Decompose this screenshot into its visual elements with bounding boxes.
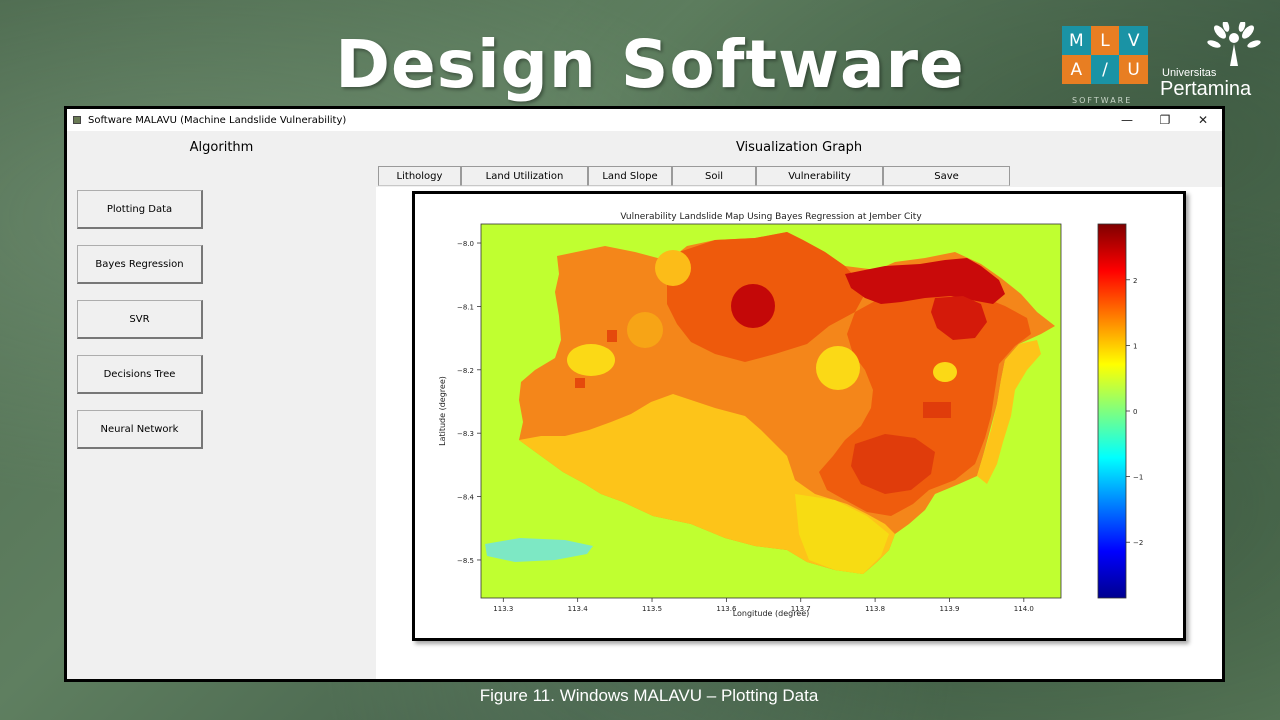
x-tick-label: 113.5 [642, 605, 662, 613]
close-icon[interactable]: ✕ [1184, 109, 1222, 131]
x-tick-label: 113.4 [568, 605, 589, 613]
plotting-data-button[interactable]: Plotting Data [77, 190, 203, 229]
y-tick-label: −8.0 [457, 240, 474, 248]
figure-frame: Vulnerability Landslide Map Using Bayes … [412, 191, 1186, 641]
x-axis-label: Longitude (degree) [733, 609, 810, 618]
vulnerability-map-chart: Vulnerability Landslide Map Using Bayes … [438, 212, 1143, 618]
tab-land-utilization[interactable]: Land Utilization [461, 166, 588, 186]
tab-soil[interactable]: Soil [672, 166, 756, 186]
colorbar [1097, 223, 1127, 599]
map-hotspot-small-2 [575, 378, 585, 388]
map-hotspot-yellow [816, 346, 860, 390]
y-axis-ticks: −8.0 −8.1 −8.2 −8.3 −8.4 −8.5 [457, 240, 481, 565]
map-hotspot-small [607, 330, 617, 342]
y-tick-label: −8.3 [457, 430, 474, 438]
visualization-heading: Visualization Graph [735, 140, 863, 155]
tab-lithology[interactable]: Lithology [378, 166, 461, 186]
logo-cell: U [1119, 55, 1148, 84]
app-window: Software MALAVU (Machine Landslide Vulne… [64, 106, 1225, 682]
window-title: Software MALAVU (Machine Landslide Vulne… [88, 114, 347, 126]
y-tick-label: −8.5 [457, 557, 474, 565]
bayes-regression-button[interactable]: Bayes Regression [77, 245, 203, 284]
y-axis-label: Latitude (degree) [438, 376, 447, 446]
decisions-tree-button[interactable]: Decisions Tree [77, 355, 203, 394]
restore-icon[interactable]: ❐ [1146, 109, 1184, 131]
window-titlebar[interactable]: Software MALAVU (Machine Landslide Vulne… [67, 109, 1222, 131]
colorbar-ticks: 2 1 0 −1 −2 [1126, 277, 1143, 547]
colorbar-tick-label: 0 [1133, 408, 1137, 416]
graph-tabs: Lithology Land Utilization Land Slope So… [378, 166, 1010, 186]
window-content: Algorithm Plotting Data Bayes Regression… [67, 131, 1222, 679]
y-tick-label: −8.2 [457, 367, 474, 375]
map-hotspot-orange-2 [655, 250, 691, 286]
visualization-header: Visualization Graph Lithology Land Utili… [376, 131, 1222, 187]
app-icon [73, 116, 81, 124]
map-hotspot-orange [627, 312, 663, 348]
map-hotspot-yellow-east [933, 362, 957, 382]
logo-cell: A [1062, 55, 1091, 84]
logo-cell: V [1119, 26, 1148, 55]
university-logo-icon [1207, 22, 1261, 66]
algorithm-heading: Algorithm [189, 140, 254, 155]
colorbar-tick-label: −2 [1133, 539, 1143, 547]
visualization-panel: Visualization Graph Lithology Land Utili… [376, 131, 1222, 679]
save-tab[interactable]: Save [883, 166, 1010, 186]
university-label-big: Pertamina [1160, 78, 1252, 100]
minimize-icon[interactable]: — [1108, 109, 1146, 131]
colorbar-tick-label: −1 [1133, 474, 1143, 482]
logo-cell: M [1062, 26, 1091, 55]
y-tick-label: −8.4 [457, 494, 475, 502]
colorbar-tick-label: 2 [1133, 277, 1137, 285]
x-tick-label: 114.0 [1014, 605, 1034, 613]
map-hotspot-yellow-west [567, 344, 615, 376]
map-hotspot-small-3 [923, 402, 951, 418]
svr-button[interactable]: SVR [77, 300, 203, 339]
algorithm-panel: Algorithm Plotting Data Bayes Regression… [67, 131, 376, 679]
figure-caption: Figure 11. Windows MALAVU – Plotting Dat… [479, 686, 819, 705]
x-tick-label: 113.9 [939, 605, 959, 613]
colorbar-tick-label: 1 [1133, 342, 1137, 350]
neural-network-button[interactable]: Neural Network [77, 410, 203, 449]
malavu-logo: M L V A / U [1062, 26, 1148, 84]
chart-title: Vulnerability Landslide Map Using Bayes … [620, 212, 922, 222]
window-controls: — ❐ ✕ [1108, 109, 1222, 131]
map-hotspot-red [731, 284, 775, 328]
logo-cell: / [1090, 55, 1120, 84]
logo-subtitle: SOFTWARE [1072, 96, 1133, 105]
y-tick-label: −8.1 [457, 303, 474, 311]
tab-land-slope[interactable]: Land Slope [588, 166, 672, 186]
x-tick-label: 113.3 [493, 605, 513, 613]
tab-vulnerability[interactable]: Vulnerability [756, 166, 883, 186]
logo-cell: L [1090, 26, 1120, 55]
x-tick-label: 113.8 [865, 605, 885, 613]
